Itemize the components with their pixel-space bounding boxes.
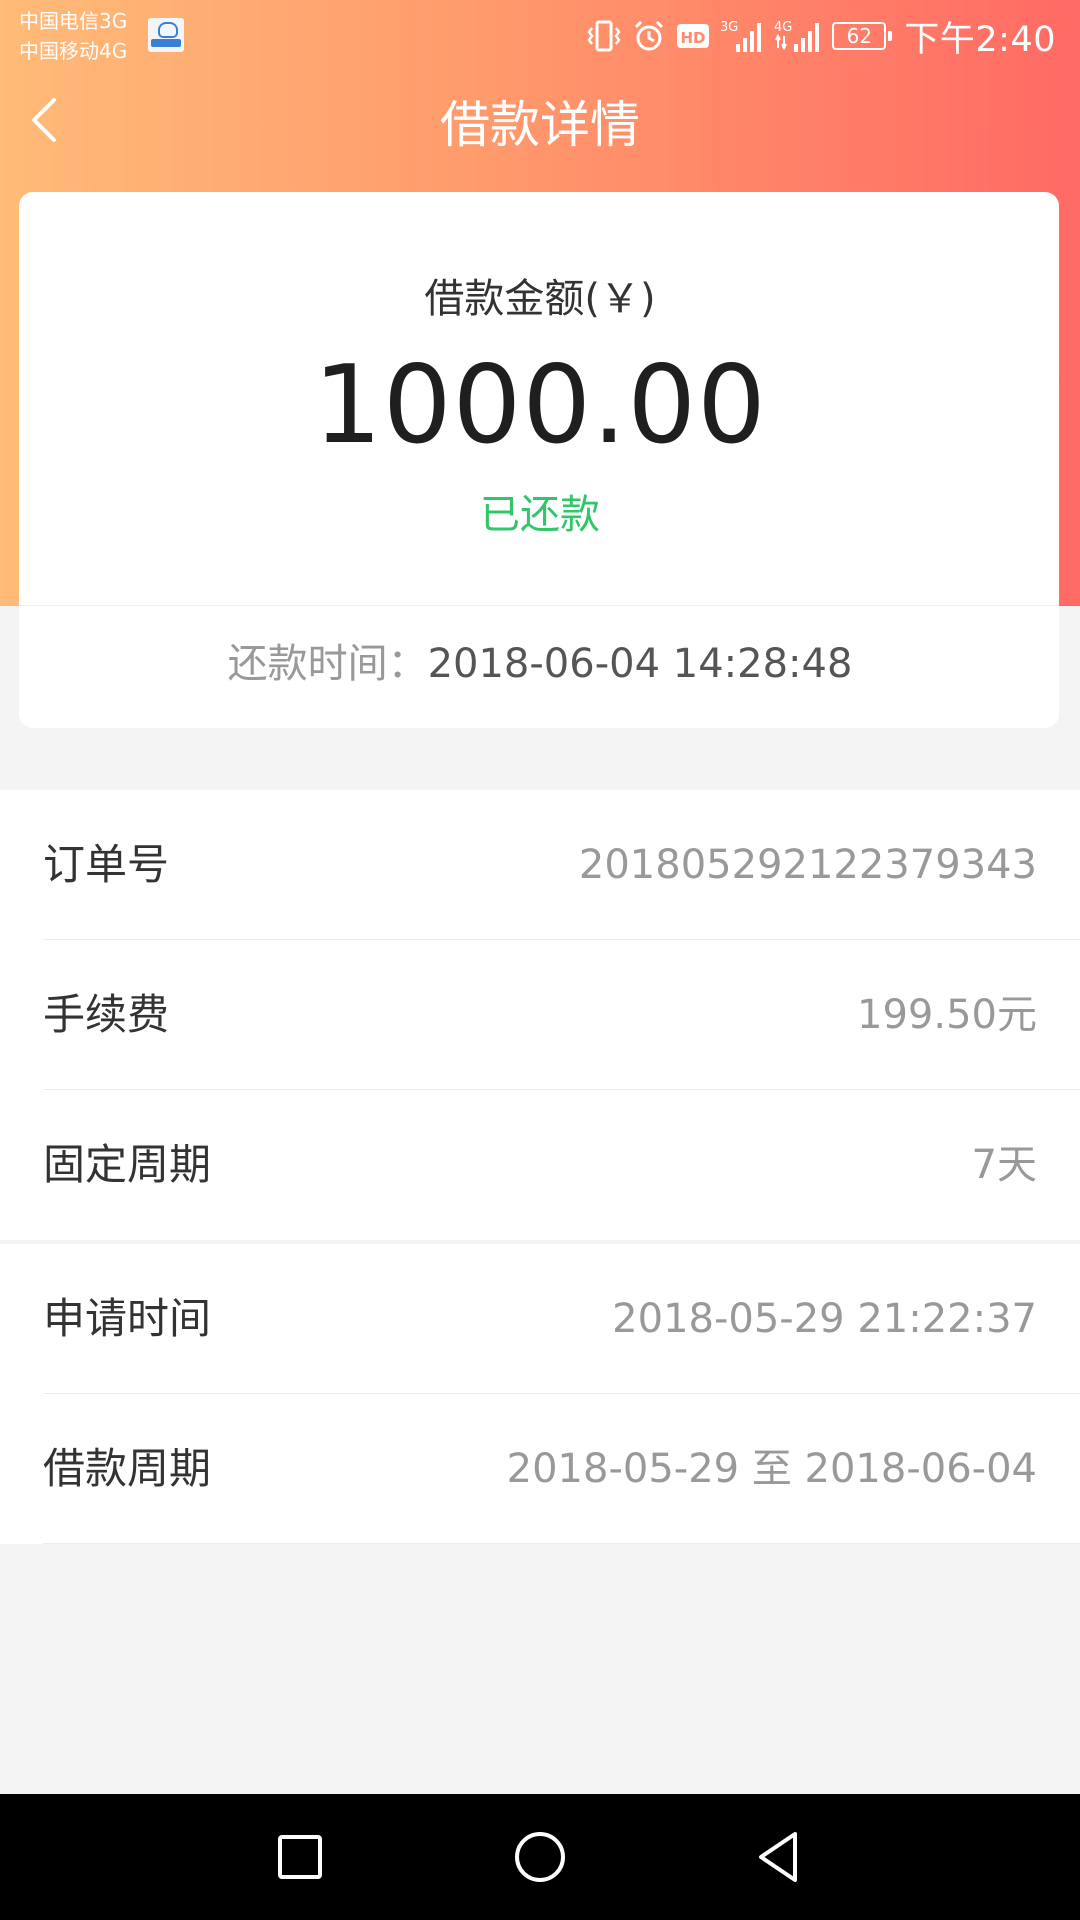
nav-back-button[interactable] (747, 1824, 813, 1890)
repay-time-label: 还款时间： (227, 641, 428, 687)
detail-label: 借款周期 (43, 1444, 212, 1493)
carrier-info: 中国电信3G 中国移动4G (19, 6, 127, 66)
detail-row-apply-time: 申请时间 2018-05-29 21:22:37 (0, 1244, 1080, 1394)
back-triangle-icon (759, 1832, 797, 1882)
signal-4g-icon: 4G (774, 20, 820, 52)
detail-value: 7天 (971, 1142, 1037, 1188)
card-divider (19, 605, 1059, 606)
home-button[interactable] (507, 1824, 573, 1890)
detail-label: 申请时间 (43, 1294, 212, 1343)
detail-row-fee: 手续费 199.50元 (0, 940, 1080, 1090)
hd-icon: HD (677, 24, 710, 48)
network-2-label: 4G (774, 20, 792, 35)
detail-value: 199.50元 (857, 992, 1037, 1038)
detail-label: 固定周期 (43, 1140, 212, 1189)
detail-value: 2018-05-29 至 2018-06-04 (506, 1446, 1037, 1492)
detail-label: 订单号 (43, 840, 170, 889)
status-icons: HD 3G 4G 62 下午2:40 (586, 14, 1056, 60)
vibrate-icon (587, 20, 621, 52)
recents-button[interactable] (267, 1824, 333, 1890)
battery-icon: 62 (832, 22, 893, 50)
detail-row-loan-period: 借款周期 2018-05-29 至 2018-06-04 (0, 1394, 1080, 1544)
recents-square-icon (278, 1835, 322, 1879)
detail-row-fixed-period: 固定周期 7天 (0, 1090, 1080, 1240)
app-notification-icon (148, 18, 184, 52)
carrier-2: 中国移动4G (19, 39, 128, 63)
amount-label: 借款金额(￥) (424, 276, 656, 322)
status-bar: 中国电信3G 中国移动4G HD 3G 4G 62 下午2:40 (0, 0, 1080, 72)
home-circle-icon (515, 1832, 565, 1882)
detail-value: 201805292122379343 (578, 842, 1037, 888)
alarm-icon (635, 20, 664, 51)
loan-amount: 1000.00 (313, 343, 767, 468)
detail-row-order-number: 订单号 201805292122379343 (0, 790, 1080, 940)
signal-3g-icon: 3G (720, 20, 762, 52)
repay-time-line: 还款时间：2018-06-04 14:28:48 (0, 638, 1080, 690)
detail-label: 手续费 (43, 990, 170, 1039)
row-divider (43, 1543, 1080, 1544)
loan-detail-list: 订单号 201805292122379343 手续费 199.50元 固定周期 … (0, 790, 1080, 1544)
carrier-1: 中国电信3G (19, 9, 128, 33)
repay-time-value: 2018-06-04 14:28:48 (427, 641, 853, 687)
system-navigation-bar (0, 1794, 1080, 1920)
detail-value: 2018-05-29 21:22:37 (612, 1296, 1037, 1342)
svg-text:HD: HD (681, 29, 706, 47)
repayment-status-badge: 已还款 (480, 492, 600, 538)
status-time: 下午2:40 (904, 19, 1056, 60)
loan-detail-screen: 中国电信3G 中国移动4G HD 3G 4G 62 下午2:40 借款详情 借款… (0, 0, 1080, 1920)
network-1-label: 3G (720, 20, 738, 35)
page-title: 借款详情 (440, 96, 640, 154)
